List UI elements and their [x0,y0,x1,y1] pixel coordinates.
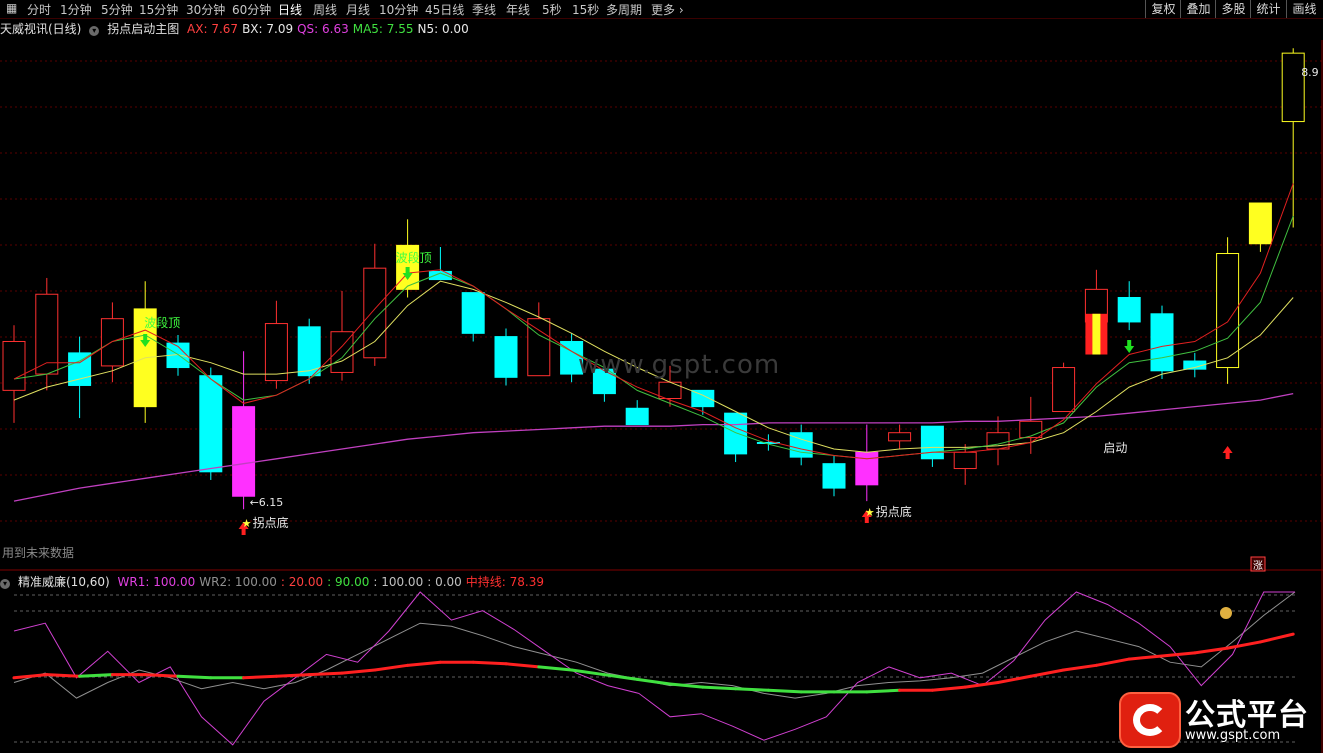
money-bag-icon [1220,607,1232,619]
mid-line-segment [307,671,344,677]
mid-line-segment [963,680,1000,689]
green-down-arrow-icon [1124,340,1135,353]
candle-body[interactable] [822,463,846,489]
mid-line-segment [1029,668,1066,678]
candle-body[interactable] [527,318,551,377]
candle-body[interactable] [363,267,387,359]
ind-values-item-1: WR2: 100.00 [199,575,277,589]
red-up-arrow-icon [1222,446,1233,459]
star-icon: ★ [865,506,875,519]
mid-line-segment [930,685,967,692]
mid-line-segment [176,674,213,680]
mid-line-segment [668,682,705,689]
watermark: www.gspt.com [578,350,781,380]
mid-line-segment [734,687,770,692]
candle-body[interactable] [264,323,288,382]
candle-body[interactable] [1117,297,1141,323]
mid-line-segment [78,673,114,678]
ind-values-item-6: 中持线: 78.39 [465,575,545,589]
mid-line-segment [406,660,442,667]
g-logo-icon [1119,692,1181,748]
candle-body[interactable] [888,432,912,442]
mid-line-segment [12,673,49,680]
candle-body[interactable] [1248,202,1272,245]
candle-body[interactable] [494,336,518,378]
candle-body[interactable] [461,292,485,334]
collapse-icon[interactable]: ▾ [0,575,14,589]
indicator-values: WR1: 100.00 WR2: 100.00: 20.00: 90.00: 10… [118,575,548,589]
mid-line-segment [143,673,180,678]
candle-body[interactable] [100,318,124,367]
mid-line-segment [45,673,82,678]
candle-body[interactable] [1281,52,1305,123]
mid-line-segment [537,665,574,672]
mid-line-segment [1226,640,1262,650]
candle-body[interactable] [232,406,256,497]
mid-line-segment [1258,632,1295,644]
future-data-note: 用到未来数据 [2,546,75,560]
turn-bottom-label-2: 拐点底 [876,504,912,519]
wave-top-label-2: 波段顶 [396,250,432,265]
star-icon: ★ [242,517,252,530]
mid-line-segment [865,688,902,694]
gspt-logo: 公式平台 www.gspt.com [1115,690,1315,748]
candle-body[interactable] [1150,313,1174,372]
candle-body[interactable] [724,412,748,455]
mid-line-segment [1062,663,1098,672]
mid-line-segment [340,668,377,675]
candle-body[interactable] [953,451,977,470]
candle-body[interactable] [2,340,26,391]
candle-body[interactable] [855,451,879,486]
mid-line-segment [1127,654,1164,661]
mid-line-segment [635,677,672,686]
ind-values-item-0: WR1: 100.00 [117,575,196,589]
ind-values-item-4: : 100.00 [373,575,424,589]
mid-line-segment [504,662,541,669]
candle-body[interactable] [1052,367,1076,413]
indicator-title-bar: ▾ 精准威廉(10,60) WR1: 100.00 WR2: 100.00: 20.… [0,573,552,589]
start-label: 启动 [1103,441,1127,455]
logo-url: www.gspt.com [1185,728,1281,743]
low-price-label: ←6.15 [250,496,284,509]
candle-body[interactable] [920,425,944,460]
mid-line-segment [766,688,803,694]
mid-line-segment [1193,646,1230,655]
candle-body[interactable] [625,407,649,426]
rise-badge-text: 涨 [1253,560,1263,572]
high-price-label: 8.9 [1301,66,1319,79]
candle-body[interactable] [35,293,59,375]
candle-body[interactable] [1019,420,1043,439]
indicator-name[interactable]: 精准威廉(10,60) [18,575,110,589]
ind-values-item-3: : 90.00 [327,575,370,589]
mid-line-segment [274,673,311,678]
ind-values-item-5: : 0.00 [427,575,462,589]
ind-values-item-2: : 20.00 [280,575,324,589]
wr1-line [13,591,1295,746]
start-signal-box-center [1092,313,1101,355]
candle-body[interactable] [199,375,223,473]
mid-line-segment [1094,657,1131,667]
mid-line-segment [471,660,508,666]
mid-line-segment [701,685,738,691]
candle-body[interactable] [658,381,682,400]
mid-line-segment [996,674,1033,684]
mid-line-segment [242,674,278,680]
mid-line-segment [373,663,410,672]
turn-bottom-label-1: 拐点底 [253,515,289,530]
wave-top-label-1: 波段顶 [144,315,180,330]
mid-line-segment [1160,651,1197,658]
